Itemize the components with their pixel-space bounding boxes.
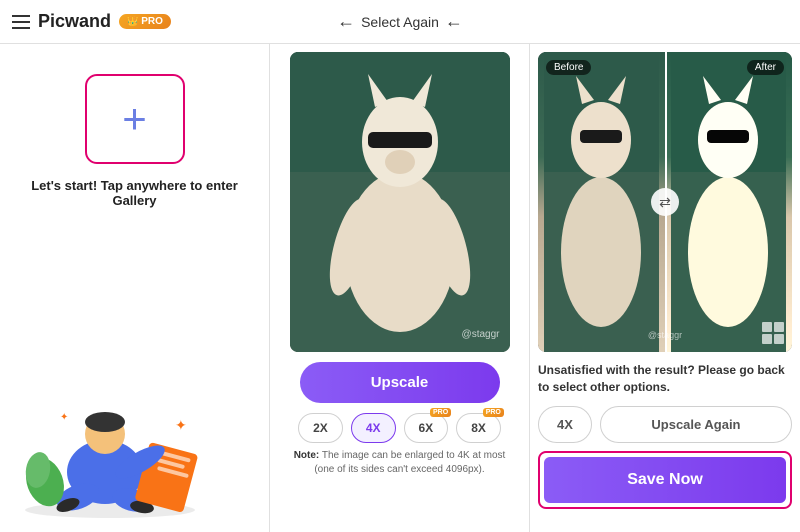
back-arrow-icon[interactable]: ← [337, 11, 355, 32]
before-label: Before [546, 60, 591, 75]
source-image: @staggr [290, 52, 510, 352]
after-label: After [747, 60, 784, 75]
add-image-button[interactable]: + [85, 74, 185, 164]
result-4x-button[interactable]: 4X [538, 406, 592, 443]
forward-arrow-icon[interactable]: ← [445, 11, 463, 32]
batman-figure [290, 52, 510, 352]
bottom-actions: 4X Upscale Again [538, 406, 792, 443]
comparison-handle[interactable]: ⇄ [651, 188, 679, 216]
svg-text:✦: ✦ [60, 412, 68, 423]
save-now-container: Save Now [538, 451, 792, 509]
before-image [538, 52, 665, 352]
header-center: ← Select Again ← [271, 11, 530, 32]
upscale-button[interactable]: Upscale [300, 362, 500, 403]
illustration: ✦ ✦ [10, 362, 230, 522]
plus-icon: + [122, 98, 147, 140]
scale-6x-button[interactable]: 6XPRO [404, 413, 449, 443]
gallery-hint[interactable]: Let's start! Tap anywhere to enter Galle… [20, 178, 249, 208]
svg-text:✦: ✦ [175, 417, 187, 433]
header: Picwand PRO ← Select Again ← [0, 0, 800, 44]
middle-panel: @staggr Upscale 2X 4X 6XPRO 8XPRO Note: … [270, 44, 530, 532]
scale-8x-button[interactable]: 8XPRO [456, 413, 501, 443]
upscale-again-button[interactable]: Upscale Again [600, 406, 792, 443]
note-label: Note: [294, 450, 320, 461]
note-text: Note: The image can be enlarged to 4K at… [290, 449, 510, 477]
scale-options: 2X 4X 6XPRO 8XPRO [298, 413, 501, 443]
scale-2x-button[interactable]: 2X [298, 413, 343, 443]
header-left: Picwand PRO [12, 11, 271, 32]
comparison-watermark: @staggr [648, 330, 682, 340]
grid-icon [762, 322, 784, 344]
app-title: Picwand [38, 11, 111, 32]
pro-badge: PRO [119, 14, 171, 29]
main-content: + Let's start! Tap anywhere to enter Gal… [0, 44, 800, 532]
after-image [665, 52, 792, 352]
left-panel: + Let's start! Tap anywhere to enter Gal… [0, 44, 270, 532]
comparison-image: ⇄ Before After @staggr [538, 52, 792, 352]
scale-4x-button[interactable]: 4X [351, 413, 396, 443]
unsatisfied-text: Unsatisfied with the result? Please go b… [538, 362, 792, 396]
save-now-button[interactable]: Save Now [544, 457, 786, 503]
right-panel: ⇄ Before After @staggr Unsatisfied with … [530, 44, 800, 532]
source-watermark: @staggr [462, 329, 500, 340]
note-body: The image can be enlarged to 4K at most … [314, 450, 505, 475]
select-again-label[interactable]: Select Again [361, 14, 439, 30]
hamburger-menu[interactable] [12, 15, 30, 29]
